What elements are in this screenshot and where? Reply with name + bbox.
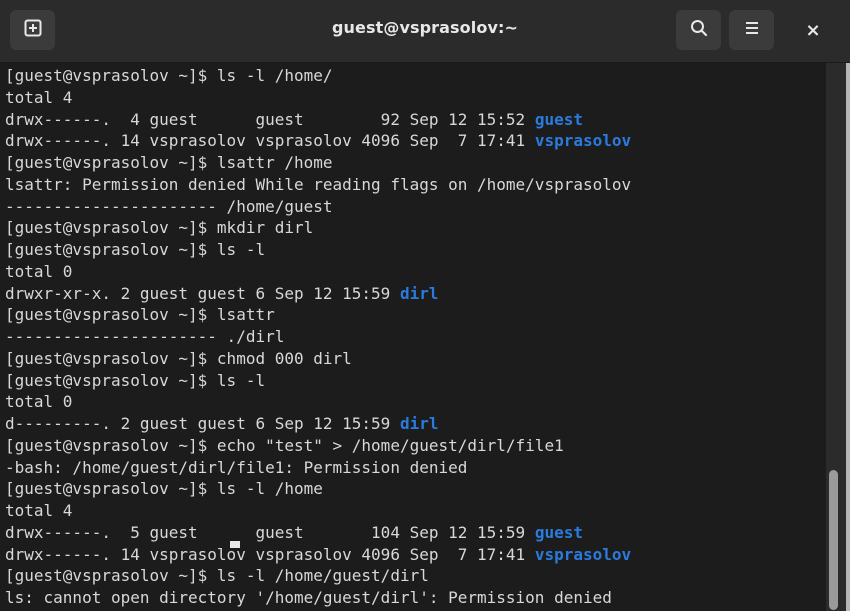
directory-name: guest — [534, 522, 583, 542]
directory-name: vsprasolov — [534, 131, 632, 151]
line-text: [guest@vsprasolov ~]$ ls -l /home/guest/… — [5, 566, 429, 586]
terminal-line: drwx------. 14 vsprasolov vsprasolov 409… — [5, 544, 826, 566]
line-text: [guest@vsprasolov ~]$ lsattr /home — [5, 153, 333, 172]
terminal-line: [guest@vsprasolov ~]$ lsattr /home — [5, 152, 826, 174]
line-text: [guest@vsprasolov ~]$ echo "test" > /hom… — [5, 435, 564, 455]
hamburger-menu-icon — [743, 19, 761, 41]
line-text: ls: cannot open directory '/home/guest/d… — [5, 588, 612, 607]
terminal-line: ---------------------- ./dirl — [5, 326, 826, 348]
line-text: [guest@vsprasolov ~]$ ls -l — [5, 370, 266, 390]
terminal-line: [guest@vsprasolov ~]$ echo "test" > /hom… — [5, 435, 826, 457]
terminal-line: [guest@vsprasolov ~]$ ls -l /home — [5, 478, 826, 500]
terminal-line: [guest@vsprasolov ~]$ ls -l — [5, 370, 826, 392]
terminal-line: [guest@vsprasolov ~]$ ls -l /home/guest/… — [5, 565, 826, 587]
terminal-line: total 4 — [5, 87, 826, 109]
line-text: total 4 — [5, 501, 73, 520]
terminal-line: drwx------. 5 guest guest 104 Sep 12 15:… — [5, 522, 826, 544]
terminal-line: total 0 — [5, 261, 826, 283]
terminal-line: d---------. 2 guest guest 6 Sep 12 15:59… — [5, 413, 826, 435]
terminal-line: ---------------------- /home/guest — [5, 196, 826, 218]
close-icon: × — [805, 19, 821, 41]
terminal-lines: [guest@vsprasolov ~]$ ls -l /home/total … — [0, 63, 826, 609]
directory-name: dirl — [399, 283, 439, 303]
search-button[interactable] — [676, 10, 721, 50]
line-text: -bash: /home/guest/dirl/file1: Permissio… — [5, 457, 468, 477]
terminal-line: [guest@vsprasolov ~]$ ls -l — [5, 239, 826, 261]
terminal-line: ls: cannot open directory '/home/guest/d… — [5, 587, 826, 609]
terminal-window: guest@vsprasolov:~ × [guest@vsprasolov ~… — [0, 0, 850, 611]
text-cursor — [230, 541, 240, 548]
line-text: [guest@vsprasolov ~]$ chmod 000 dirl — [5, 348, 352, 368]
terminal-line: lsattr: Permission denied While reading … — [5, 174, 826, 196]
terminal-line: drwxr-xr-x. 2 guest guest 6 Sep 12 15:59… — [5, 283, 826, 305]
terminal-line: drwx------. 4 guest guest 92 Sep 12 15:5… — [5, 109, 826, 131]
terminal-line: [guest@vsprasolov ~]$ ls -l /home/ — [5, 65, 826, 87]
line-text: [guest@vsprasolov ~]$ mkdir dirl — [5, 218, 314, 238]
line-text: drwxr-xr-x. 2 guest guest 6 Sep 12 15:59 — [5, 283, 400, 303]
line-text: ---------------------- /home/guest — [5, 196, 333, 216]
line-text: drwx------. 4 guest guest 92 Sep 12 15:5… — [5, 109, 535, 129]
line-text: drwx------. 14 vsprasolov vsprasolov 409… — [5, 544, 535, 564]
line-text: [guest@vsprasolov ~]$ ls -l /home — [5, 479, 323, 499]
scrollbar-edge — [846, 63, 850, 611]
terminal-line: [guest@vsprasolov ~]$ chmod 000 dirl — [5, 348, 826, 370]
terminal-line: drwx------. 14 vsprasolov vsprasolov 409… — [5, 130, 826, 152]
directory-name: dirl — [399, 414, 439, 433]
terminal-line: total 4 — [5, 500, 826, 522]
menu-button[interactable] — [729, 10, 774, 50]
line-text: ---------------------- ./dirl — [5, 327, 285, 346]
directory-name: guest — [534, 109, 583, 129]
title-bar: guest@vsprasolov:~ × — [0, 0, 850, 63]
terminal-line: total 0 — [5, 391, 826, 413]
search-icon — [689, 18, 709, 42]
line-text: [guest@vsprasolov ~]$ ls -l — [5, 240, 266, 259]
terminal-line: -bash: /home/guest/dirl/file1: Permissio… — [5, 457, 826, 479]
line-text: drwx------. 14 vsprasolov vsprasolov 409… — [5, 131, 535, 151]
line-text: lsattr: Permission denied While reading … — [5, 174, 632, 194]
scrollbar-thumb[interactable] — [829, 470, 838, 610]
close-button[interactable]: × — [790, 10, 836, 50]
line-text: drwx------. 5 guest guest 104 Sep 12 15:… — [5, 522, 535, 542]
window-title: guest@vsprasolov:~ — [332, 18, 518, 37]
line-text: total 4 — [5, 87, 73, 107]
line-text: [guest@vsprasolov ~]$ lsattr — [5, 305, 275, 325]
terminal-output[interactable]: [guest@vsprasolov ~]$ ls -l /home/total … — [0, 63, 826, 611]
terminal-line: [guest@vsprasolov ~]$ mkdir dirl — [5, 217, 826, 239]
line-text: total 0 — [5, 261, 73, 281]
terminal-line: [guest@vsprasolov ~]$ lsattr — [5, 304, 826, 326]
line-text: [guest@vsprasolov ~]$ ls -l /home/ — [5, 66, 333, 85]
line-text: total 0 — [5, 392, 73, 412]
directory-name: vsprasolov — [534, 544, 632, 564]
line-text: d---------. 2 guest guest 6 Sep 12 15:59 — [5, 414, 400, 433]
